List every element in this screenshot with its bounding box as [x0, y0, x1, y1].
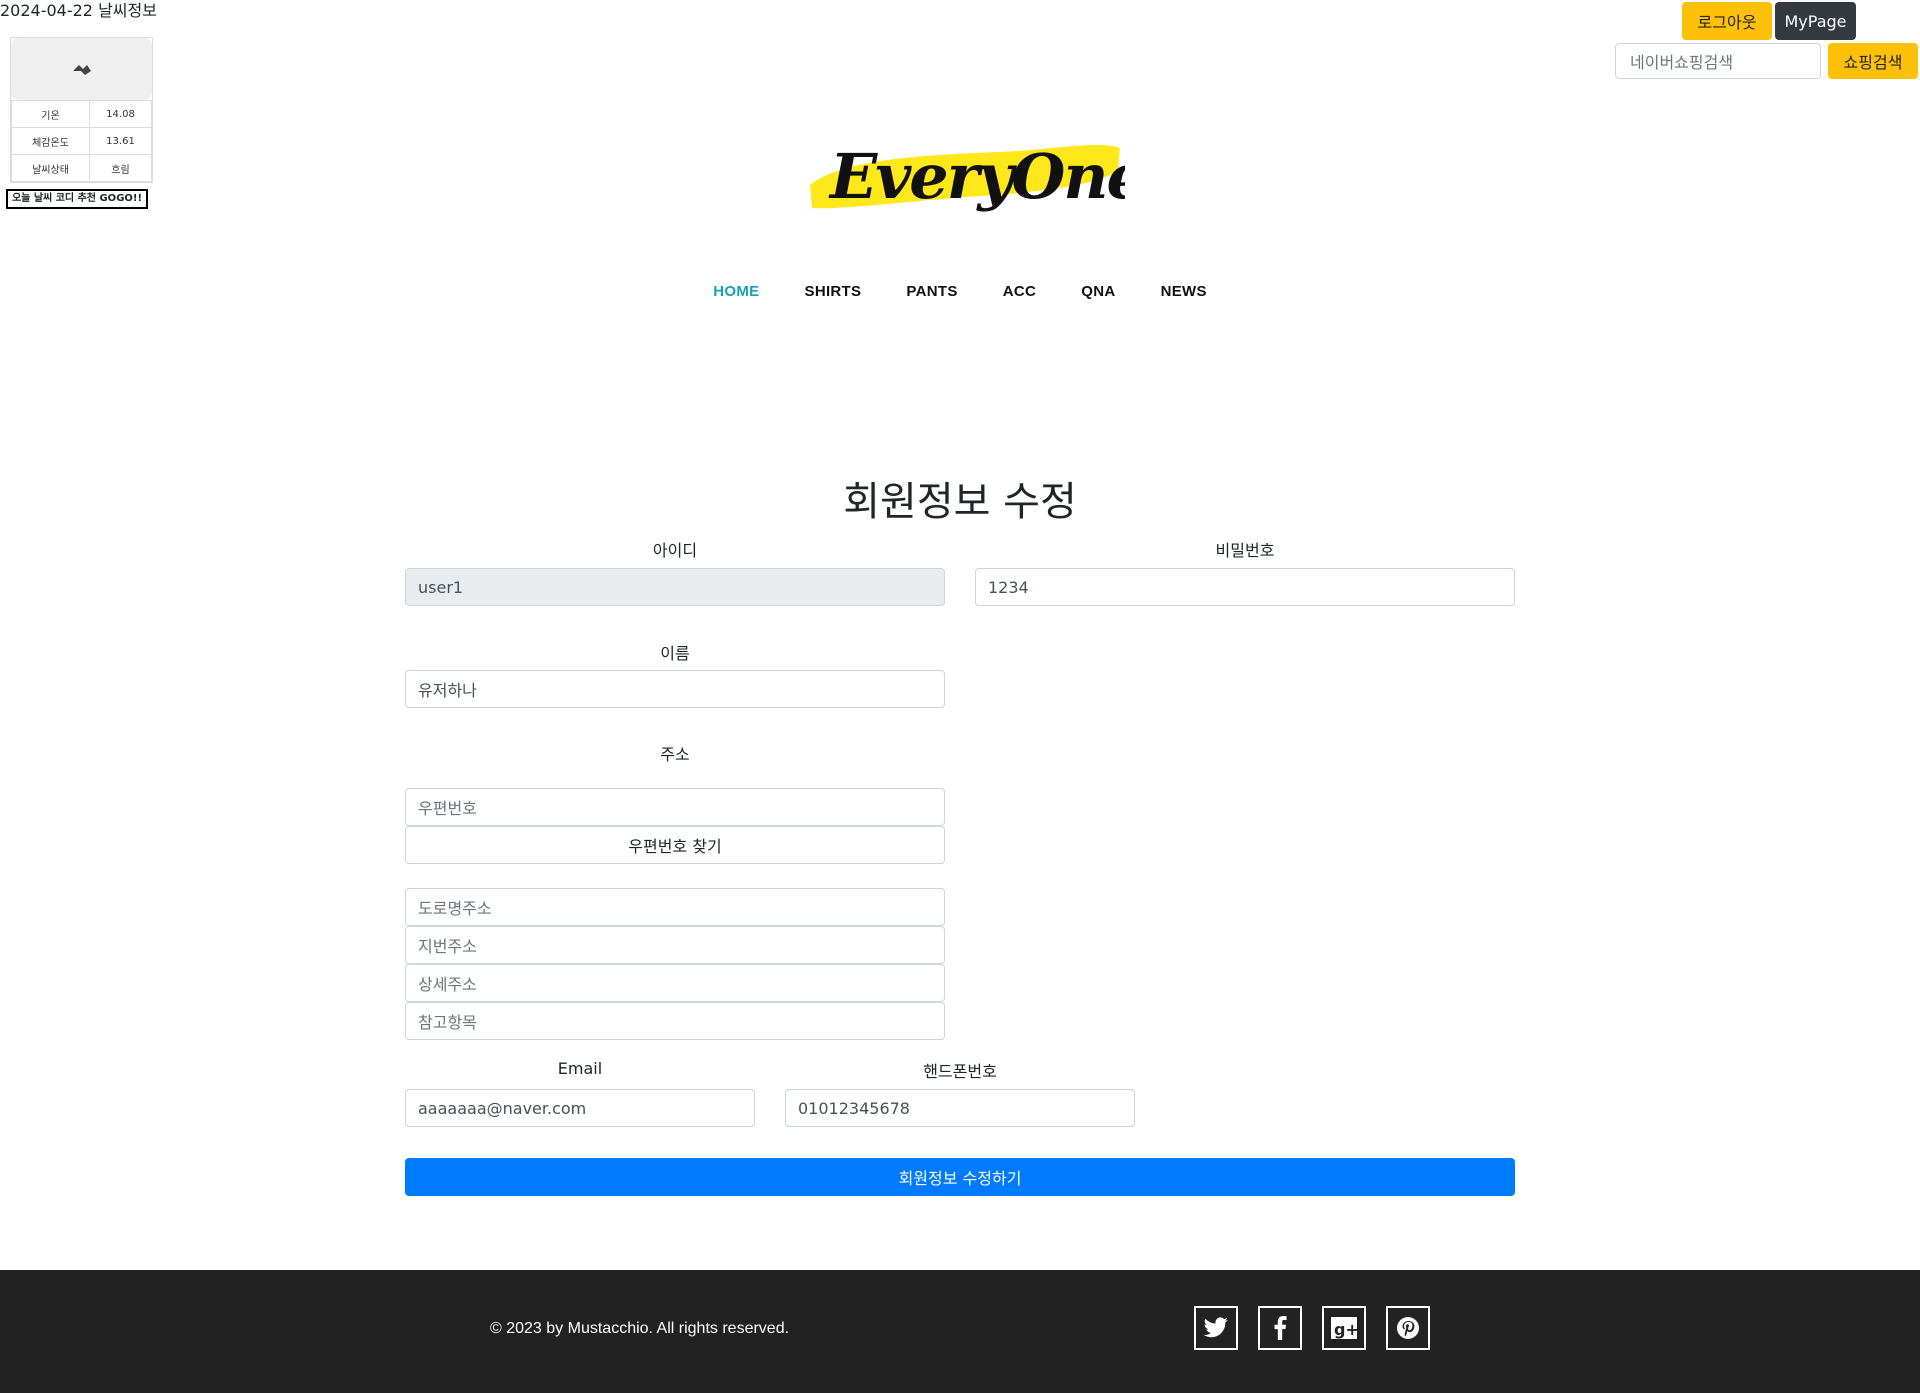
nav-news[interactable]: NEWS — [1161, 283, 1207, 300]
weather-box: 기온 14.08 체감온도 13.61 날씨상태 흐림 — [10, 37, 153, 183]
weather-row-status: 날씨상태 흐림 — [11, 154, 152, 182]
weather-value: 흐림 — [89, 154, 152, 182]
svg-text:EveryOne: EveryOne — [828, 140, 1125, 213]
nav-pants[interactable]: PANTS — [906, 283, 957, 300]
svg-text:g+: g+ — [1334, 1320, 1358, 1339]
weather-row-feels: 체감온도 13.61 — [11, 127, 152, 155]
weather-widget: 2024-04-22 날씨정보 — [0, 0, 160, 22]
road-address-field[interactable]: 도로명주소 — [405, 888, 945, 926]
weather-value: 14.08 — [89, 100, 152, 128]
mypage-button[interactable]: MyPage — [1775, 2, 1856, 40]
logout-button[interactable]: 로그아웃 — [1682, 2, 1772, 40]
email-label: Email — [557, 1059, 603, 1078]
google-plus-icon[interactable]: g+ — [1322, 1306, 1366, 1350]
address-label: 주소 — [660, 745, 690, 764]
footer: © 2023 by Mustacchio. All rights reserve… — [0, 1270, 1920, 1393]
password-field[interactable]: 1234 — [975, 568, 1515, 606]
jibun-address-field[interactable]: 지번주소 — [405, 926, 945, 964]
nav-shirts[interactable]: SHIRTS — [805, 283, 862, 300]
everyone-logo[interactable]: EveryOne — [800, 130, 1146, 220]
name-label: 이름 — [660, 644, 690, 663]
submit-button[interactable]: 회원정보 수정하기 — [405, 1158, 1515, 1196]
nav-home[interactable]: HOME — [713, 283, 759, 300]
id-field[interactable]: user1 — [405, 568, 945, 606]
weather-header: 2024-04-22 날씨정보 — [0, 1, 157, 20]
password-label: 비밀번호 — [1215, 541, 1275, 560]
shopping-search-button[interactable]: 쇼핑검색 — [1828, 43, 1918, 79]
detail-address-field[interactable]: 상세주소 — [405, 964, 945, 1002]
main-nav: HOME SHIRTS PANTS ACC QNA NEWS — [0, 281, 1920, 300]
weather-coordi-button[interactable]: 오늘 날씨 코디 추천 GOGO!! — [6, 189, 148, 209]
phone-label: 핸드폰번호 — [923, 1062, 997, 1081]
email-field[interactable]: aaaaaaa@naver.com — [405, 1089, 755, 1127]
page-title: 회원정보 수정 — [843, 479, 1077, 525]
twitter-icon[interactable] — [1194, 1306, 1238, 1350]
phone-field[interactable]: 01012345678 — [785, 1089, 1135, 1127]
footer-copyright: © 2023 by Mustacchio. All rights reserve… — [490, 1320, 790, 1337]
nav-acc[interactable]: ACC — [1003, 283, 1036, 300]
facebook-icon[interactable] — [1258, 1306, 1302, 1350]
weather-label: 체감온도 — [11, 127, 90, 155]
nav-qna[interactable]: QNA — [1081, 283, 1115, 300]
weather-table: 기온 14.08 체감온도 13.61 날씨상태 흐림 — [11, 100, 152, 182]
extra-address-field[interactable]: 참고항목 — [405, 1002, 945, 1040]
name-field[interactable]: 유저하나 — [405, 670, 945, 708]
id-label: 아이디 — [652, 541, 698, 560]
cloud-icon — [72, 65, 91, 75]
find-postcode-button[interactable]: 우편번호 찾기 — [405, 826, 945, 864]
weather-label: 기온 — [11, 100, 90, 128]
weather-label: 날씨상태 — [11, 154, 90, 182]
weather-row-temp: 기온 14.08 — [11, 100, 152, 128]
shopping-search-input[interactable]: 네이버쇼핑검색 — [1615, 43, 1821, 79]
weather-image — [11, 38, 152, 100]
postcode-field[interactable]: 우편번호 — [405, 788, 945, 826]
weather-value: 13.61 — [89, 127, 152, 155]
pinterest-icon[interactable] — [1386, 1306, 1430, 1350]
